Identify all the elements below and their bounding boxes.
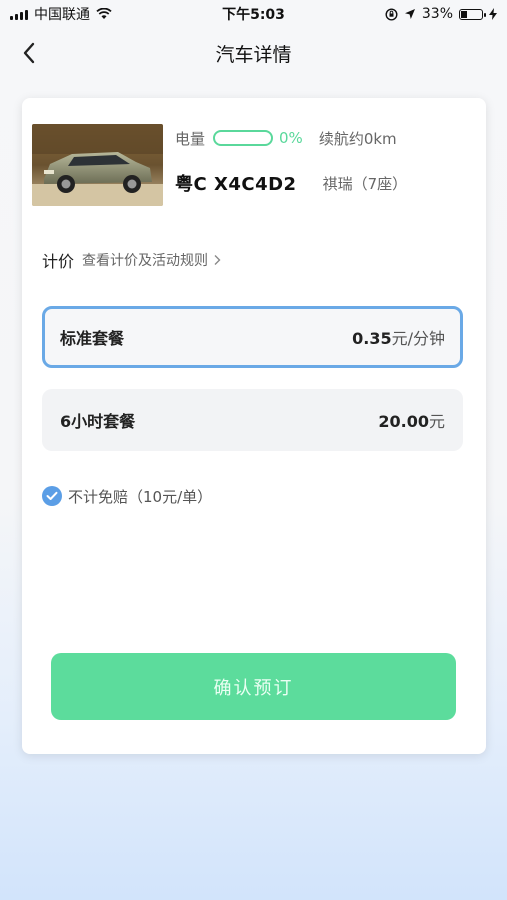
charging-icon <box>489 8 497 20</box>
chevron-right-icon <box>214 255 221 265</box>
pricing-row: 计价 查看计价及活动规则 <box>42 248 221 272</box>
status-bar: 中国联通 下午5:03 33% <box>0 0 507 28</box>
car-model: 祺瑞（7座） <box>322 174 408 193</box>
battery-label: 电量 <box>175 129 206 148</box>
chevron-left-icon <box>23 42 35 64</box>
check-circle-icon <box>42 486 62 506</box>
car-id-row: 粤C X4C4D2 祺瑞（7座） <box>175 170 407 196</box>
insurance-checkbox[interactable]: 不计免赔（10元/单） <box>42 484 212 508</box>
battery-info-row: 电量 0% 续航约0km <box>175 126 397 150</box>
package-price: 0.35元/分钟 <box>352 325 445 349</box>
package-name: 6小时套餐 <box>60 412 136 431</box>
package-price-value: 20.00 <box>378 412 429 431</box>
battery-percent: 0% <box>279 129 303 147</box>
confirm-booking-button[interactable]: 确认预订 <box>51 653 456 720</box>
range-text: 续航约0km <box>318 129 397 148</box>
pricing-label: 计价 <box>42 252 75 271</box>
package-price-unit: 元/分钟 <box>391 329 445 348</box>
package-price-unit: 元 <box>428 412 445 431</box>
carrier-name: 中国联通 <box>34 7 90 23</box>
package-name: 标准套餐 <box>60 329 125 348</box>
car-detail-card: 电量 0% 续航约0km 粤C X4C4D2 祺瑞（7座） 计价 查看计价及活动… <box>22 98 486 754</box>
license-plate: 粤C X4C4D2 <box>175 174 297 195</box>
signal-icon <box>10 8 28 20</box>
car-photo <box>32 124 163 206</box>
battery-percent-text: 33% <box>421 6 453 22</box>
status-bar-right: 33% <box>385 6 497 22</box>
package-option-standard[interactable]: 标准套餐 0.35元/分钟 <box>42 306 463 368</box>
pricing-rules-link[interactable]: 查看计价及活动规则 <box>82 250 221 270</box>
status-bar-left: 中国联通 <box>10 4 112 24</box>
insurance-label: 不计免赔（10元/单） <box>68 487 213 506</box>
lock-rotation-icon <box>385 7 398 21</box>
pricing-rules-link-text: 查看计价及活动规则 <box>82 253 209 269</box>
location-arrow-icon <box>404 9 415 19</box>
nav-bar: 汽车详情 <box>0 28 507 78</box>
battery-icon <box>459 8 486 20</box>
package-price: 20.00元 <box>378 408 445 432</box>
page-title: 汽车详情 <box>215 43 292 66</box>
wifi-icon <box>96 8 112 19</box>
package-price-value: 0.35 <box>352 329 392 348</box>
package-option-6-hours[interactable]: 6小时套餐 20.00元 <box>42 389 463 451</box>
status-time: 下午5:03 <box>222 7 285 23</box>
back-button[interactable] <box>14 38 44 68</box>
battery-level-bar <box>213 130 274 146</box>
